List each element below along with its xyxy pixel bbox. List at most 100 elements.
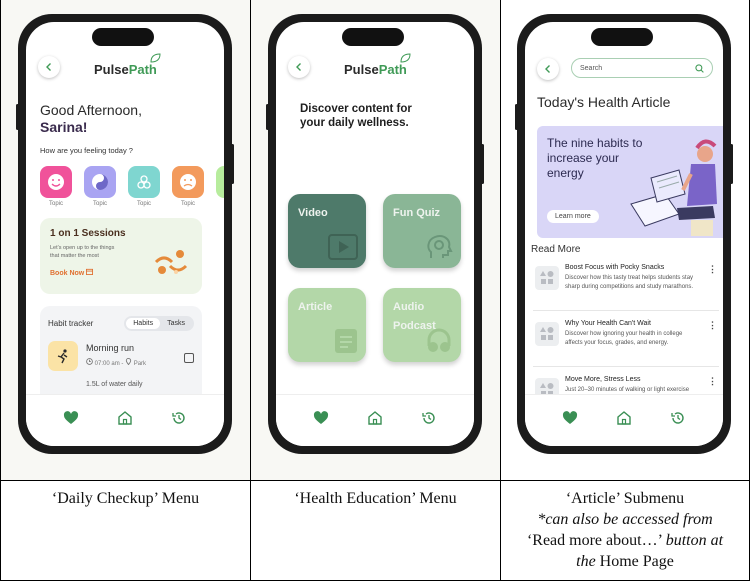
habit-checkbox[interactable] bbox=[184, 353, 194, 363]
running-icon bbox=[57, 349, 68, 364]
phone-frame: PulsePath Good Afternoon, Sarina! How ar… bbox=[16, 14, 234, 454]
tab-history[interactable] bbox=[419, 408, 439, 428]
phone-side-button bbox=[481, 144, 484, 184]
article-title: Boost Focus with Pocky Snacks bbox=[565, 264, 665, 271]
article-title: Move More, Stress Less bbox=[565, 376, 641, 383]
mood-tile bbox=[40, 166, 72, 198]
tab-history[interactable] bbox=[668, 408, 688, 428]
habit-next-item[interactable]: 1.5L of water daily bbox=[48, 381, 194, 388]
article-list-item[interactable]: Boost Focus with Pocky Snacks Discover h… bbox=[533, 260, 723, 312]
back-button[interactable] bbox=[38, 56, 60, 78]
tile-fun-quiz[interactable]: Fun Quiz bbox=[383, 194, 461, 268]
shapes-placeholder-icon bbox=[540, 327, 554, 340]
back-button[interactable] bbox=[537, 58, 559, 80]
article-title: Why Your Health Can't Wait bbox=[565, 320, 651, 327]
tab-heart[interactable] bbox=[61, 408, 81, 428]
tab-heart[interactable] bbox=[311, 408, 331, 428]
heart-icon bbox=[562, 410, 578, 424]
yin-yang-icon bbox=[92, 174, 108, 190]
divider bbox=[533, 310, 719, 311]
search-icon bbox=[695, 63, 704, 73]
location-pin-icon bbox=[125, 358, 132, 366]
more-vertical-icon[interactable]: ⋮ bbox=[708, 376, 717, 387]
cell-health-education: PulsePath Discover content for your dail… bbox=[251, 0, 500, 480]
phone-screen: PulsePath Good Afternoon, Sarina! How ar… bbox=[26, 22, 224, 446]
tile-label: Article bbox=[298, 301, 333, 313]
shapes-placeholder-icon bbox=[540, 271, 554, 284]
mood-item[interactable] bbox=[216, 166, 224, 207]
video-play-icon bbox=[328, 234, 358, 260]
history-icon bbox=[172, 411, 185, 424]
tab-home[interactable] bbox=[614, 408, 634, 428]
tab-home[interactable] bbox=[115, 408, 135, 428]
dynamic-island bbox=[591, 28, 653, 46]
tile-video[interactable]: Video bbox=[288, 194, 366, 268]
back-button[interactable] bbox=[288, 56, 310, 78]
tile-audio-podcast[interactable]: Audio Podcast bbox=[383, 288, 461, 362]
tile-article[interactable]: Article bbox=[288, 288, 366, 362]
phone-side-button bbox=[231, 144, 234, 184]
chevron-left-icon bbox=[296, 63, 301, 71]
article-thumbnail bbox=[535, 322, 559, 346]
chevron-left-icon bbox=[545, 65, 550, 73]
mood-label: Topic bbox=[136, 201, 151, 207]
search-input[interactable]: Search bbox=[571, 58, 713, 78]
mood-item[interactable]: Topic bbox=[84, 166, 116, 207]
habit-item[interactable]: Morning run 07:00 am - Park bbox=[48, 341, 194, 371]
mood-label: Topic bbox=[48, 201, 63, 207]
mood-label: Topic bbox=[180, 201, 195, 207]
tab-habits[interactable]: Habits bbox=[126, 318, 161, 329]
phone-side-button bbox=[515, 104, 518, 130]
sad-icon bbox=[180, 174, 196, 190]
article-desc: Discover how this tasty treat helps stud… bbox=[565, 275, 694, 290]
history-icon bbox=[671, 411, 684, 424]
habit-icon-tile bbox=[48, 341, 78, 371]
grid-line bbox=[0, 480, 750, 481]
more-vertical-icon[interactable]: ⋮ bbox=[708, 320, 717, 331]
search-placeholder: Search bbox=[580, 64, 603, 72]
habit-item-title: Morning run bbox=[86, 343, 135, 353]
page-heading: Discover content for your daily wellness… bbox=[300, 103, 412, 129]
tab-heart[interactable] bbox=[560, 408, 580, 428]
featured-article-banner[interactable]: The nine habits to increase your energy … bbox=[537, 126, 723, 238]
leaf-icon bbox=[400, 53, 411, 63]
history-icon bbox=[422, 411, 435, 424]
phone-screen: PulsePath Discover content for your dail… bbox=[276, 22, 474, 446]
bottom-tab-bar bbox=[26, 394, 224, 446]
more-vertical-icon[interactable]: ⋮ bbox=[708, 264, 717, 275]
tile-label: Fun Quiz bbox=[393, 207, 441, 219]
app-logo: PulsePath bbox=[344, 53, 411, 77]
article-list-item[interactable]: Why Your Health Can't Wait Discover how … bbox=[533, 316, 723, 368]
tile-label: Audio bbox=[393, 301, 425, 313]
heart-icon bbox=[313, 410, 329, 424]
sessions-title: 1 on 1 Sessions bbox=[50, 228, 126, 239]
divider bbox=[533, 366, 719, 367]
mood-tile bbox=[128, 166, 160, 198]
cell-article-submenu: Search Today's Health Article The nine h… bbox=[501, 0, 749, 480]
cell-daily-checkup: PulsePath Good Afternoon, Sarina! How ar… bbox=[1, 0, 250, 480]
document-icon bbox=[335, 329, 357, 353]
habit-item-meta: 07:00 am - Park bbox=[86, 358, 146, 367]
article-thumbnail bbox=[535, 266, 559, 290]
headphones-icon bbox=[427, 328, 451, 352]
spiral-icon bbox=[137, 175, 151, 189]
tab-home[interactable] bbox=[365, 408, 385, 428]
mood-tile-partial bbox=[216, 166, 224, 198]
app-logo: PulsePath bbox=[94, 53, 161, 77]
learn-more-button[interactable]: Learn more bbox=[547, 210, 599, 223]
leaf-icon bbox=[150, 53, 161, 63]
sessions-card[interactable]: 1 on 1 Sessions Let's open up to the thi… bbox=[40, 218, 202, 294]
mood-item[interactable]: Topic bbox=[40, 166, 72, 207]
tab-tasks[interactable]: Tasks bbox=[160, 318, 192, 329]
caption-daily-checkup: ‘Daily Checkup’ Menu bbox=[51, 490, 200, 507]
tile-label: Video bbox=[298, 207, 328, 219]
dynamic-island bbox=[92, 28, 154, 46]
heart-icon bbox=[63, 410, 79, 424]
phone-side-button bbox=[266, 104, 269, 130]
feeling-question: How are you feeling today ? bbox=[40, 146, 133, 155]
mood-item[interactable]: Topic bbox=[128, 166, 160, 207]
tab-history[interactable] bbox=[169, 408, 189, 428]
mood-label: Topic bbox=[92, 201, 107, 207]
phone-frame: Search Today's Health Article The nine h… bbox=[515, 14, 733, 454]
mood-item[interactable]: Topic bbox=[172, 166, 204, 207]
